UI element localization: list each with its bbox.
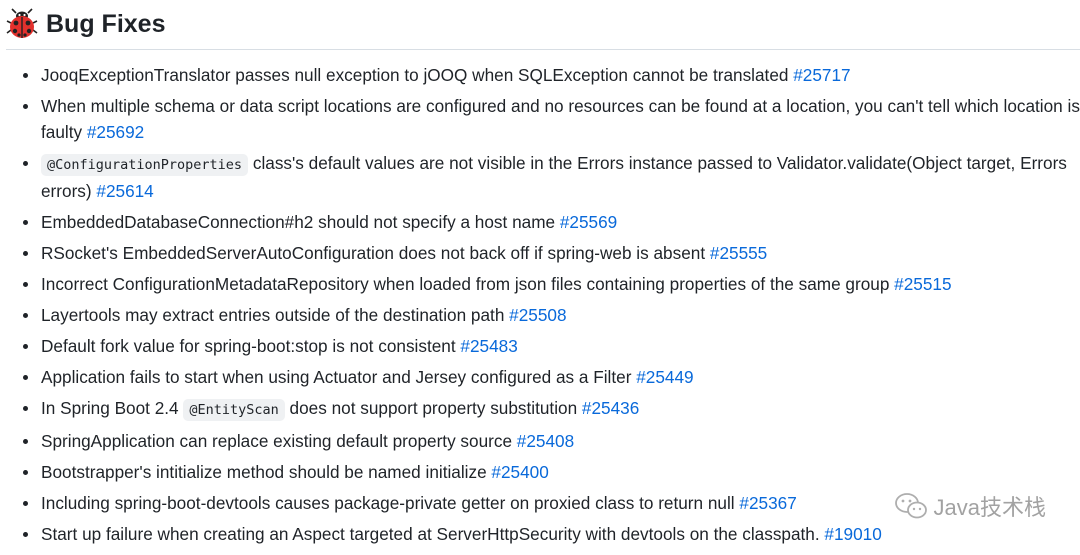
watermark: Java技术栈	[894, 490, 1046, 522]
bug-fix-text: Application fails to start when using Ac…	[41, 367, 637, 387]
bug-fix-text: Including spring-boot-devtools causes pa…	[41, 493, 740, 513]
watermark-text: Java技术栈	[933, 495, 1046, 520]
bug-fix-text: SpringApplication can replace existing d…	[41, 431, 517, 451]
page-title: Bug Fixes	[46, 9, 166, 38]
bug-fix-item: In Spring Boot 2.4 @EntityScan does not …	[23, 395, 1080, 423]
bug-fix-text: Start up failure when creating an Aspect…	[41, 524, 825, 544]
issue-link[interactable]: #25408	[517, 431, 574, 451]
bug-fix-text: Layertools may extract entries outside o…	[41, 305, 510, 325]
issue-link[interactable]: #25692	[87, 122, 144, 142]
issue-link[interactable]: #25508	[509, 305, 566, 325]
issue-link[interactable]: #25569	[560, 212, 617, 232]
issue-link[interactable]: #25367	[739, 493, 796, 513]
bug-fix-item: JooqExceptionTranslator passes null exce…	[23, 62, 1080, 88]
bug-fix-list: JooqExceptionTranslator passes null exce…	[0, 62, 1080, 552]
bug-fix-text: does not support property substitution	[284, 398, 582, 418]
heading-divider	[6, 49, 1080, 50]
bug-fix-item: Incorrect ConfigurationMetadataRepositor…	[23, 271, 1080, 297]
bug-fix-item: When multiple schema or data script loca…	[23, 93, 1080, 145]
bug-fix-item: RSocket's EmbeddedServerAutoConfiguratio…	[23, 240, 1080, 266]
section-heading: Bug Fixes	[6, 4, 165, 44]
issue-link[interactable]: #25614	[96, 181, 153, 201]
bug-fix-item: Start up failure when creating an Aspect…	[23, 521, 1080, 547]
bug-fix-item: Application fails to start when using Ac…	[23, 364, 1080, 390]
issue-link[interactable]: #25483	[460, 336, 517, 356]
bug-fix-item: SpringApplication can replace existing d…	[23, 428, 1080, 454]
issue-link[interactable]: #25449	[636, 367, 693, 387]
bug-fix-text: When multiple schema or data script loca…	[41, 96, 1080, 142]
bug-fix-item: Layertools may extract entries outside o…	[23, 302, 1080, 328]
issue-link[interactable]: #25436	[582, 398, 639, 418]
bug-fix-item: @ConfigurationProperties class's default…	[23, 150, 1080, 204]
bug-fix-text: JooqExceptionTranslator passes null exce…	[41, 65, 794, 85]
wechat-icon	[894, 493, 927, 519]
bug-fix-text: Incorrect ConfigurationMetadataRepositor…	[41, 274, 895, 294]
inline-code: @EntityScan	[183, 399, 285, 421]
bug-fix-item: Bootstrapper's intitialize method should…	[23, 459, 1080, 485]
bug-fix-item: EmbeddedDatabaseConnection#h2 should not…	[23, 209, 1080, 235]
issue-link[interactable]: #25555	[710, 243, 767, 263]
bug-fix-text: Default fork value for spring-boot:stop …	[41, 336, 461, 356]
bug-fix-text: In Spring Boot 2.4	[41, 398, 184, 418]
inline-code: @ConfigurationProperties	[41, 154, 249, 176]
issue-link[interactable]: #19010	[824, 524, 881, 544]
ladybug-icon	[6, 8, 38, 38]
issue-link[interactable]: #25515	[894, 274, 951, 294]
bug-fix-item: Default fork value for spring-boot:stop …	[23, 333, 1080, 359]
issue-link[interactable]: #25717	[793, 65, 850, 85]
bug-fix-text: EmbeddedDatabaseConnection#h2 should not…	[41, 212, 560, 232]
bug-fix-text: RSocket's EmbeddedServerAutoConfiguratio…	[41, 243, 710, 263]
bug-fix-text: Bootstrapper's intitialize method should…	[41, 462, 492, 482]
issue-link[interactable]: #25400	[491, 462, 548, 482]
